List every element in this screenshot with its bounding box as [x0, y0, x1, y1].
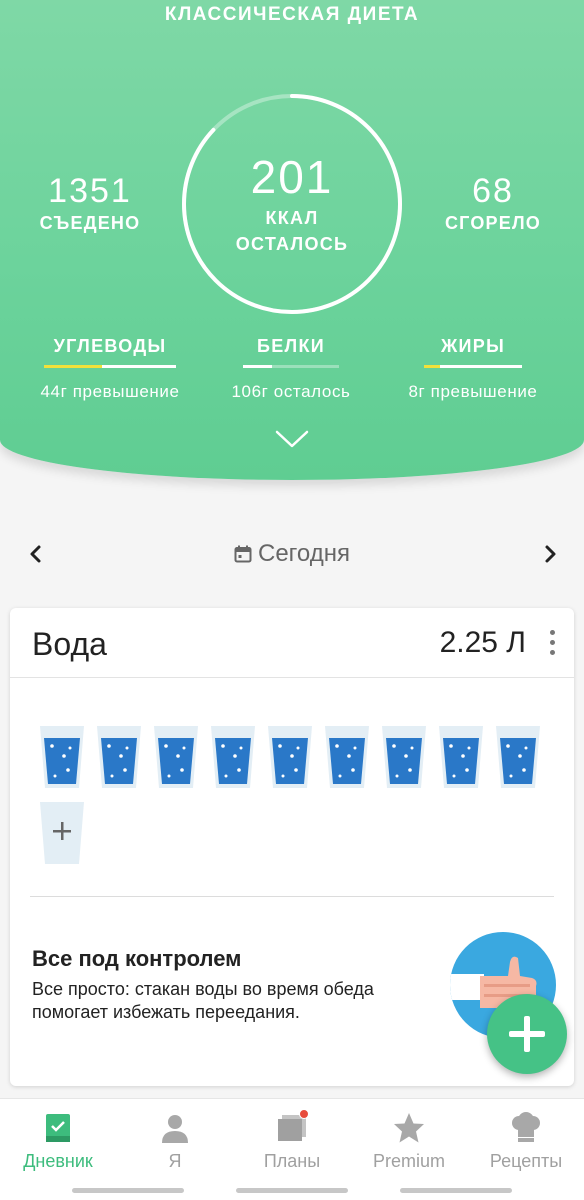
water-amount: 2.25 Л	[439, 626, 526, 659]
eaten-stat: 1351 СЪЕДЕНО	[30, 172, 150, 234]
remaining-value: 201	[250, 151, 334, 203]
diet-title[interactable]: КЛАССИЧЕСКАЯ ДИЕТА	[0, 4, 584, 26]
person-icon	[158, 1111, 192, 1145]
macro-carbs-name: УГЛЕВОДЫ	[53, 336, 167, 356]
tab-recipes[interactable]: Рецепты	[468, 1111, 584, 1172]
water-tip-text: Все просто: стакан воды во время обеда п…	[32, 979, 374, 1022]
diary-book-icon	[41, 1111, 75, 1145]
system-bar-home[interactable]	[236, 1188, 348, 1193]
bottom-navigation: Дневник Я Планы Premium Рецепты	[0, 1098, 584, 1200]
water-glass-filled[interactable]	[152, 724, 200, 790]
tab-recipes-label: Рецепты	[489, 1151, 563, 1171]
remaining-calories: 201 ККАЛ ОСТАЛОСЬ	[178, 150, 406, 256]
macro-fat[interactable]: ЖИРЫ 8г превышение	[388, 336, 558, 402]
system-bar-right	[400, 1188, 512, 1193]
macro-protein-status: 106г осталось	[231, 382, 351, 401]
tab-me[interactable]: Я	[117, 1111, 233, 1172]
eaten-value: 1351	[48, 172, 132, 210]
water-glass-filled[interactable]	[209, 724, 257, 790]
tab-diary-label: Дневник	[23, 1151, 93, 1171]
plus-icon	[509, 1016, 545, 1052]
date-navigation: Сегодня	[0, 534, 584, 574]
tab-diary[interactable]: Дневник	[0, 1111, 116, 1172]
water-glass-filled[interactable]	[437, 724, 485, 790]
chevron-right-icon[interactable]	[536, 540, 564, 568]
water-tip-title: Все под контролем	[32, 946, 242, 971]
macro-carbs-status: 44г превышение	[40, 382, 180, 401]
tab-plans[interactable]: Планы	[234, 1109, 350, 1172]
star-icon	[392, 1111, 426, 1145]
plans-icon	[275, 1109, 309, 1145]
tab-premium[interactable]: Premium	[351, 1111, 467, 1172]
burned-stat: 68 СГОРЕЛО	[433, 172, 553, 234]
water-glass-filled[interactable]	[266, 724, 314, 790]
remaining-label-line2: ОСТАЛОСЬ	[235, 234, 349, 254]
tab-plans-label: Планы	[263, 1151, 321, 1171]
water-card-header: Вода 2.25 Л	[10, 608, 574, 678]
burned-label: СГОРЕЛО	[444, 213, 541, 233]
water-glass-add[interactable]	[38, 800, 86, 866]
water-glass-filled[interactable]	[38, 724, 86, 790]
water-title: Вода	[32, 626, 107, 662]
macro-fat-name: ЖИРЫ	[440, 336, 506, 356]
macro-protein-name: БЕЛКИ	[257, 336, 325, 356]
macro-protein-bar	[243, 365, 339, 368]
macro-carbs[interactable]: УГЛЕВОДЫ 44г превышение	[25, 336, 195, 402]
calendar-icon	[234, 545, 252, 563]
date-selector[interactable]: Сегодня	[0, 540, 584, 568]
macro-fat-bar	[424, 365, 522, 368]
divider	[30, 896, 554, 897]
chef-hat-icon	[509, 1111, 543, 1145]
eaten-label: СЪЕДЕНО	[39, 213, 141, 233]
water-glass-filled[interactable]	[95, 724, 143, 790]
tab-premium-label: Premium	[372, 1151, 445, 1171]
burned-value: 68	[472, 172, 514, 210]
water-glass-filled[interactable]	[380, 724, 428, 790]
remaining-label-line1: ККАЛ	[265, 208, 319, 228]
water-glass-filled[interactable]	[323, 724, 371, 790]
system-bar-left	[72, 1188, 184, 1193]
water-glass-filled[interactable]	[494, 724, 542, 790]
summary-header: КЛАССИЧЕСКАЯ ДИЕТА 1351 СЪЕДЕНО 201 ККАЛ…	[0, 0, 584, 480]
macro-fat-status: 8г превышение	[408, 382, 538, 401]
macro-carbs-bar	[44, 365, 176, 368]
add-button[interactable]	[487, 994, 567, 1074]
date-label: Сегодня	[258, 540, 350, 567]
notification-badge	[299, 1109, 309, 1119]
chevron-down-icon[interactable]	[274, 428, 310, 450]
macro-protein[interactable]: БЕЛКИ 106г осталось	[206, 336, 376, 402]
more-options-icon[interactable]	[546, 630, 558, 658]
tab-me-label: Я	[168, 1151, 182, 1171]
